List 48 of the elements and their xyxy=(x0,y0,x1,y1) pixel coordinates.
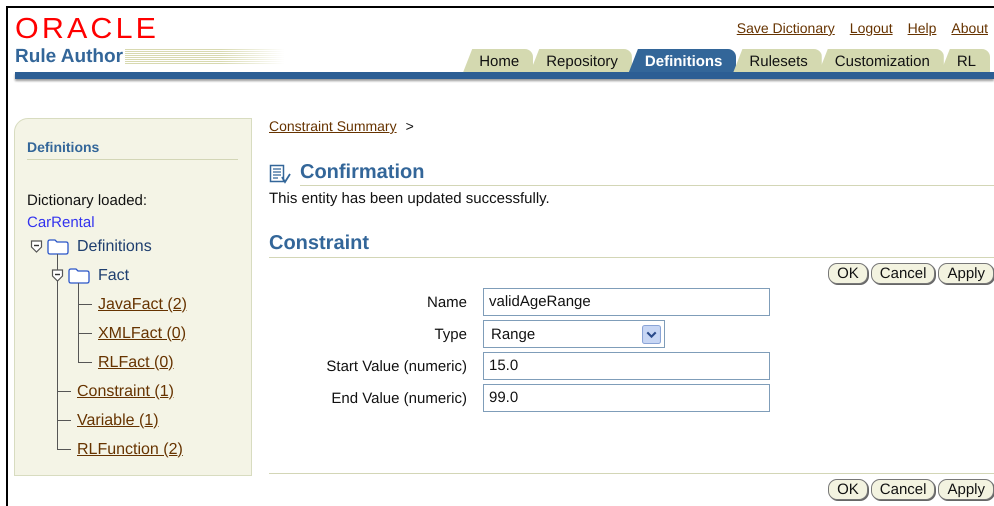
field-label: End Value (numeric) xyxy=(330,390,467,406)
tree-link[interactable]: RLFact (0) xyxy=(98,354,174,372)
form-button[interactable]: Cancel xyxy=(870,263,936,284)
confirmation-title: Confirmation xyxy=(300,161,994,186)
header-link[interactable]: Help xyxy=(908,20,936,36)
field-label: Name xyxy=(426,294,467,310)
form-button[interactable]: OK xyxy=(828,479,868,500)
tree-link[interactable]: JavaFact (2) xyxy=(98,296,187,314)
tab[interactable]: Customization xyxy=(818,49,944,72)
form-button[interactable]: Apply xyxy=(938,479,994,500)
input-field[interactable]: validAgeRange xyxy=(483,288,770,316)
folder-icon xyxy=(68,268,90,284)
tree-link[interactable]: RLFunction (2) xyxy=(77,440,183,458)
confirmation-message: This entity has been updated successfully. xyxy=(269,190,551,207)
breadcrumb-link[interactable]: Constraint Summary xyxy=(269,118,397,134)
app-title: Rule Author xyxy=(15,46,124,68)
form-button[interactable]: Apply xyxy=(938,263,994,284)
collapse-toggle-icon[interactable] xyxy=(30,240,43,253)
tree-node-label[interactable]: Definitions xyxy=(77,238,152,256)
folder-icon xyxy=(47,238,69,254)
field-label: Start Value (numeric) xyxy=(325,358,467,374)
logo: ORACLE xyxy=(15,14,160,44)
type-dropdown[interactable]: Range xyxy=(483,320,665,348)
header-link[interactable]: Logout xyxy=(850,20,893,36)
input-field[interactable]: 15.0 xyxy=(483,352,770,380)
breadcrumb-separator: > xyxy=(406,118,414,134)
tab[interactable]: RL xyxy=(940,49,990,72)
form-button[interactable]: OK xyxy=(828,263,868,284)
dictionary-name: CarRental xyxy=(27,214,96,231)
collapse-toggle-icon[interactable] xyxy=(51,269,64,282)
tree-link[interactable]: XMLFact (0) xyxy=(98,324,186,342)
tab[interactable]: Definitions xyxy=(628,49,736,72)
section-title: Constraint xyxy=(269,232,994,258)
input-field[interactable]: 99.0 xyxy=(483,384,770,412)
dictionary-label: Dictionary loaded: xyxy=(27,192,148,209)
tree-link[interactable]: Variable (1) xyxy=(77,412,159,430)
tree-link[interactable]: Constraint (1) xyxy=(77,382,174,400)
form-button[interactable]: Cancel xyxy=(870,479,936,500)
tree-node-label[interactable]: Fact xyxy=(98,266,130,284)
tab[interactable]: Home xyxy=(463,49,534,72)
chevron-down-icon xyxy=(642,324,661,344)
sidebar-title: Definitions xyxy=(27,139,100,155)
header-link[interactable]: Save Dictionary xyxy=(736,20,835,36)
header-link[interactable]: About xyxy=(951,20,988,36)
tab[interactable]: Repository xyxy=(530,49,632,72)
tab[interactable]: Rulesets xyxy=(733,49,822,72)
document-check-icon xyxy=(269,164,291,184)
field-label: Type xyxy=(433,326,467,342)
